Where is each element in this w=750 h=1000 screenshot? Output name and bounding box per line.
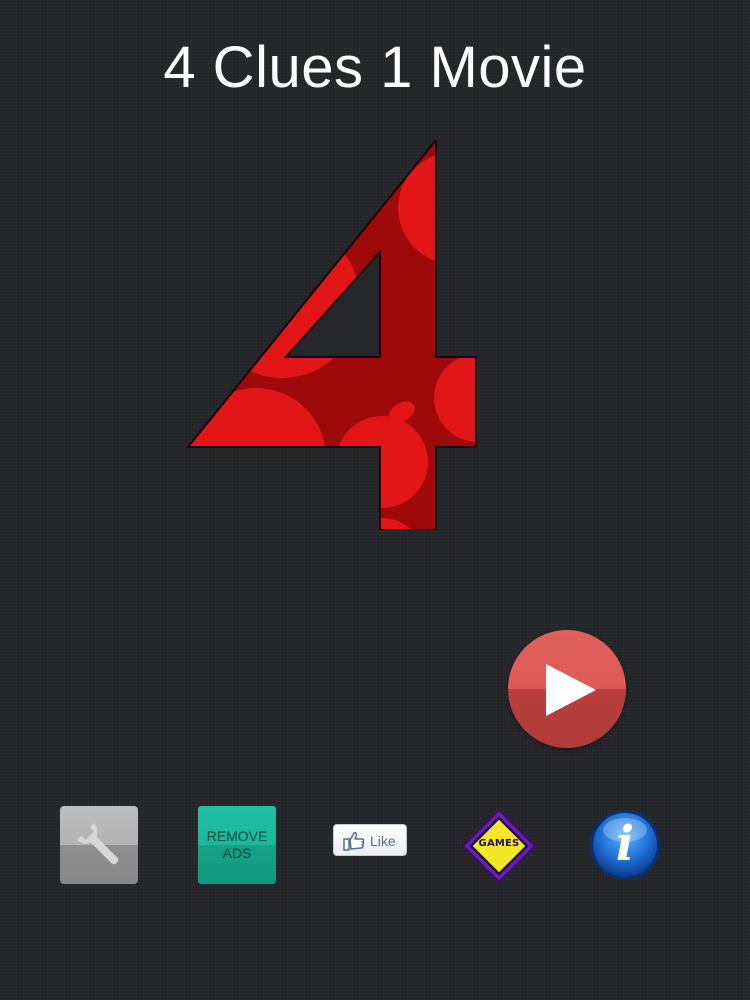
four-logo-graphic [185,137,477,531]
facebook-like-button[interactable]: Like [333,824,407,856]
bottom-toolbar: REMOVE ADS Like GAMES i [0,800,750,890]
main-menu-screen: 4 Clues 1 Movie REMOVE ADS Like GAMES i [0,0,750,1000]
wrench-icon [77,823,119,865]
remove-ads-button[interactable]: REMOVE ADS [198,806,276,884]
app-title: 4 Clues 1 Movie [163,35,587,100]
four-logo-icon [185,137,478,531]
info-glyph: i [615,816,635,872]
more-games-button[interactable]: GAMES [461,808,537,884]
like-label: Like [370,833,396,849]
remove-ads-label: REMOVE ADS [206,828,268,861]
info-button[interactable]: i [588,808,662,882]
play-button[interactable] [508,630,626,748]
settings-button[interactable] [60,806,138,884]
games-label: GAMES [478,838,520,849]
play-icon [546,664,596,716]
thumbs-up-icon [343,832,365,851]
